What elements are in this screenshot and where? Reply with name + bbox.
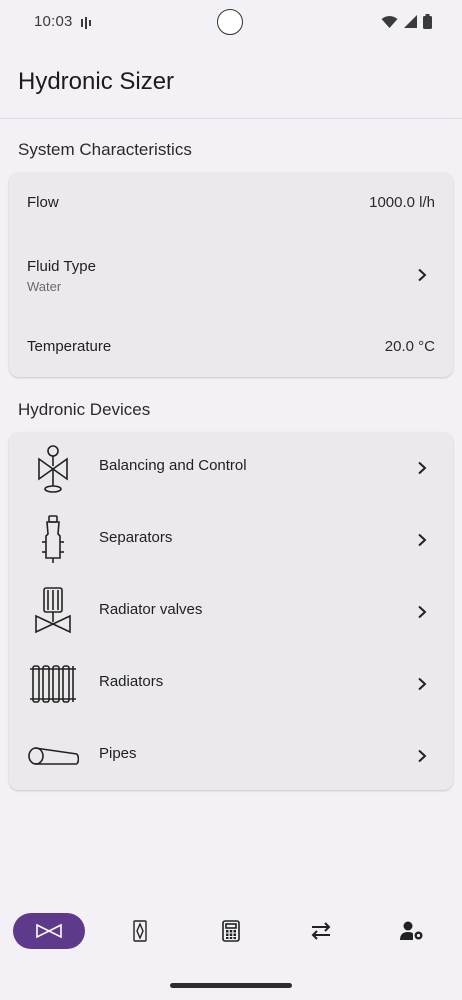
balancing-valve-icon — [38, 445, 68, 493]
device-label: Balancing and Control — [99, 457, 247, 474]
system-card: Flow 1000.0 l/h Fluid Type Water Tempera… — [9, 172, 453, 377]
camera-cutout — [217, 9, 243, 35]
signal-activity-icon — [81, 17, 91, 29]
nav-item-settings[interactable] — [376, 913, 448, 949]
status-time: 10:03 — [34, 13, 73, 30]
radiator-icon — [30, 665, 76, 703]
fluid-type-row[interactable]: Fluid Type Water — [9, 234, 453, 314]
device-label: Pipes — [99, 745, 137, 762]
swap-arrows-icon — [311, 922, 331, 940]
status-icons — [381, 14, 432, 29]
temperature-row[interactable]: Temperature 20.0 °C — [9, 314, 453, 377]
device-item-balancing[interactable]: Balancing and Control — [9, 432, 453, 504]
bottom-navigation — [0, 900, 462, 964]
fluid-type-value: Water — [27, 279, 62, 294]
chevron-right-icon — [418, 677, 427, 691]
device-item-separators[interactable]: Separators — [9, 504, 453, 576]
system-section-title: System Characteristics — [18, 140, 192, 159]
separator-nav-icon — [133, 920, 147, 942]
device-label: Radiator valves — [99, 601, 203, 618]
temperature-value: 20.0 °C — [384, 338, 435, 355]
nav-item-conversion[interactable] — [285, 913, 357, 949]
device-label: Separators — [99, 529, 173, 546]
battery-icon — [423, 14, 432, 29]
flow-label: Flow — [27, 194, 59, 211]
device-label: Radiators — [99, 673, 164, 690]
nav-item-separators[interactable] — [104, 913, 176, 949]
chevron-right-icon — [418, 749, 427, 763]
chevron-right-icon — [418, 605, 427, 619]
app-bar: Hydronic Sizer — [0, 46, 462, 118]
device-item-pipes[interactable]: Pipes — [9, 720, 453, 792]
flow-row[interactable]: Flow 1000.0 l/h — [9, 172, 453, 234]
chevron-right-icon — [418, 533, 427, 547]
device-item-radiators[interactable]: Radiators — [9, 648, 453, 720]
flow-value: 1000.0 l/h — [369, 194, 435, 211]
status-bar: 10:03 — [0, 0, 462, 46]
nav-item-calculator[interactable] — [195, 913, 267, 949]
radiator-valve-icon — [35, 587, 71, 634]
wifi-icon — [381, 15, 398, 28]
devices-card: Balancing and Control Separators Radiato… — [9, 432, 453, 790]
device-item-radiator-valves[interactable]: Radiator valves — [9, 576, 453, 648]
chevron-right-icon — [418, 461, 427, 475]
home-indicator[interactable] — [170, 983, 292, 988]
chevron-right-icon — [418, 268, 427, 282]
valve-nav-icon — [36, 923, 62, 939]
page-title: Hydronic Sizer — [18, 68, 175, 95]
header-divider — [0, 118, 462, 119]
cell-signal-icon — [404, 15, 417, 28]
user-settings-icon — [400, 921, 423, 940]
temperature-label: Temperature — [27, 338, 112, 355]
fluid-type-label: Fluid Type — [27, 258, 96, 275]
separator-icon — [42, 515, 64, 563]
calculator-icon — [222, 920, 240, 942]
devices-section-title: Hydronic Devices — [18, 400, 151, 419]
pipe-icon — [28, 747, 79, 765]
nav-item-valves[interactable] — [13, 913, 85, 949]
